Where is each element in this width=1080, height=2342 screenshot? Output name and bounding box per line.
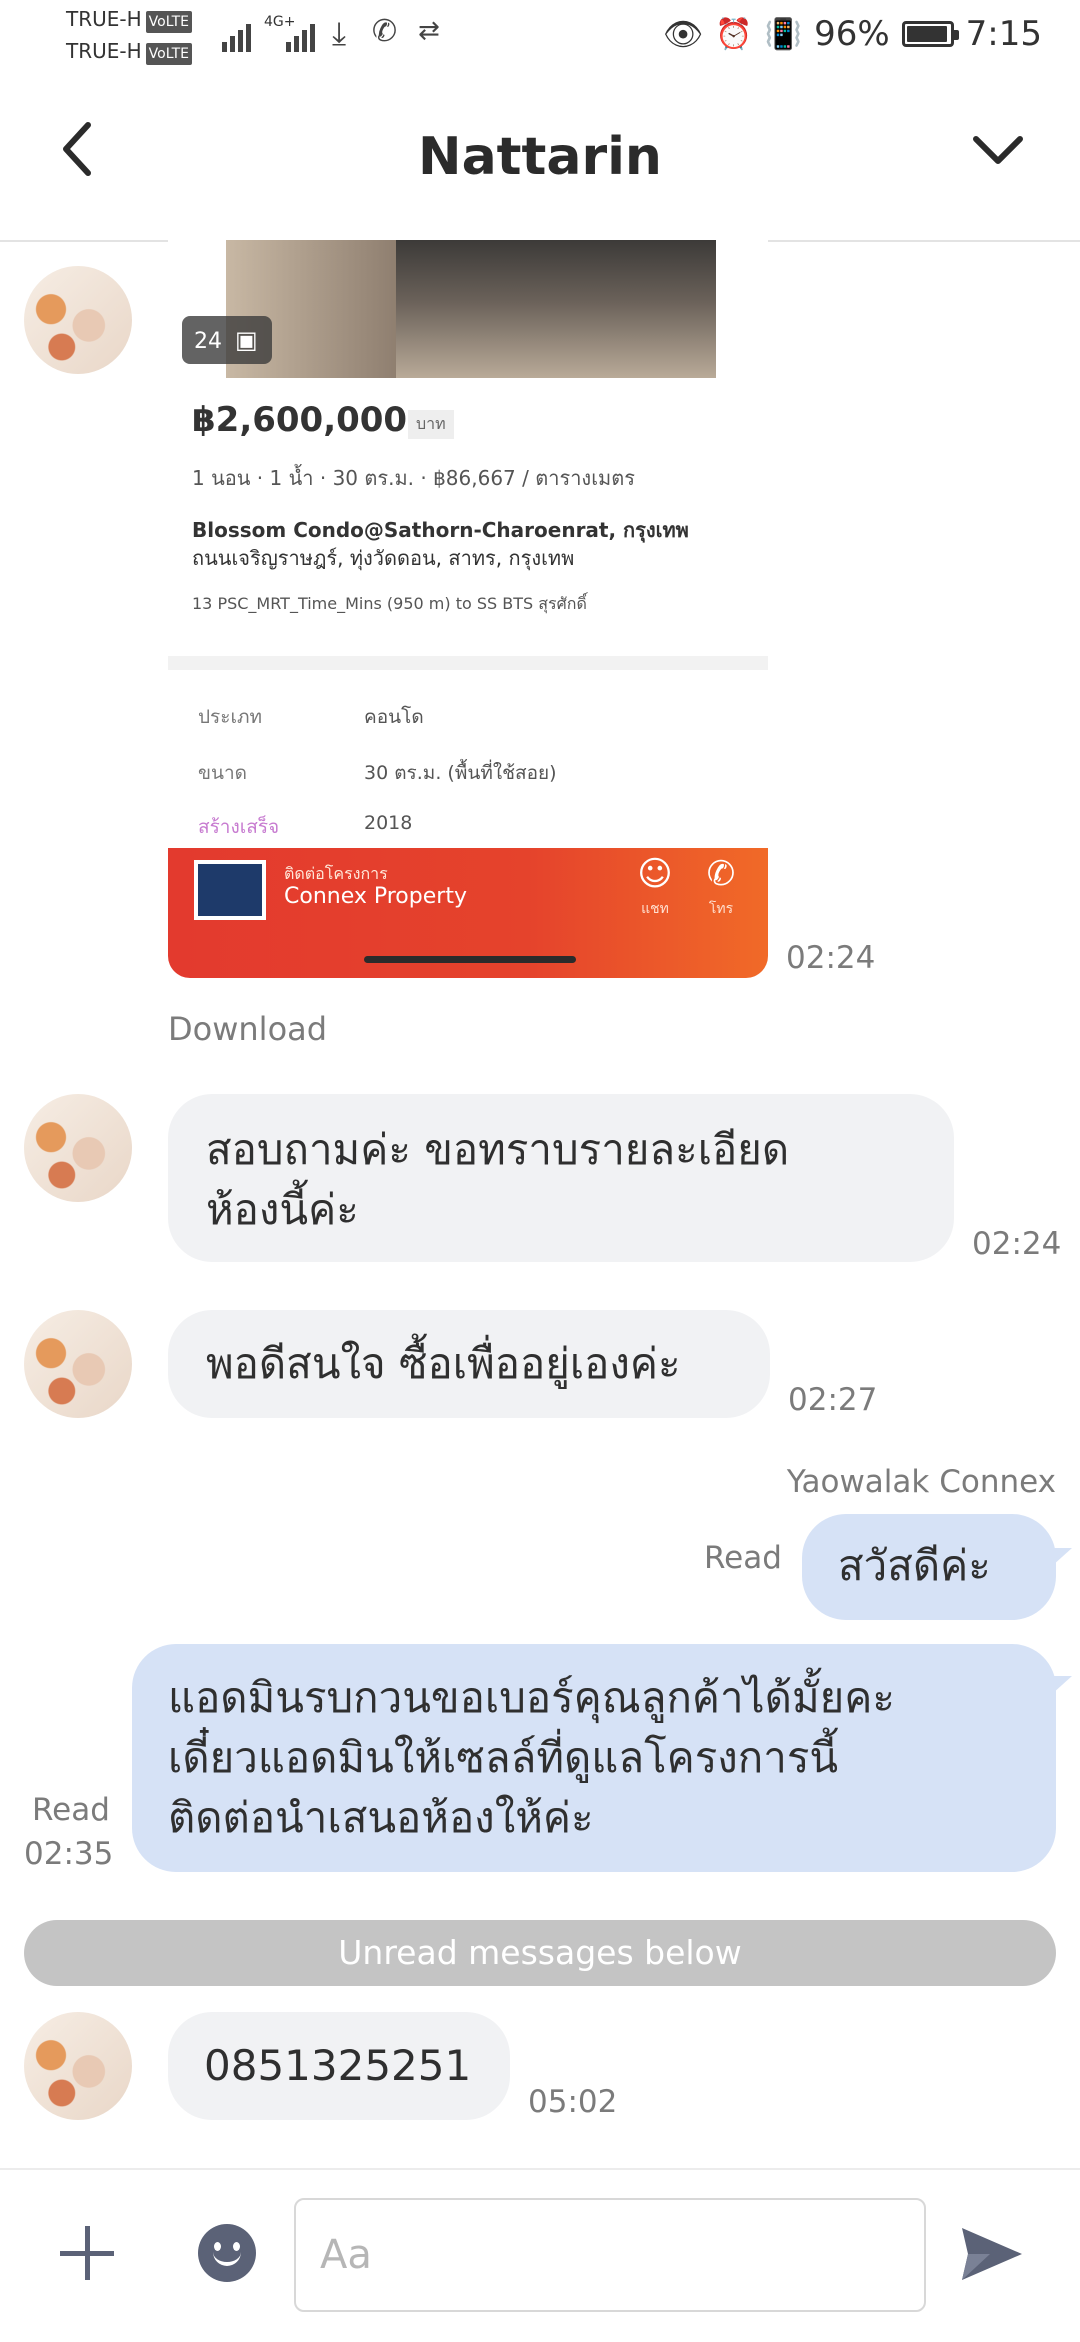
message-time: 05:02 xyxy=(528,2084,618,2120)
chat-label: แชท xyxy=(641,901,669,917)
message-text-line: สอบถามค่ะ ขอทราบรายละเอียด xyxy=(206,1125,790,1174)
send-icon[interactable] xyxy=(956,2218,1028,2290)
chevron-down-icon[interactable] xyxy=(970,129,1026,169)
bubble-tail xyxy=(1052,1548,1072,1566)
detail-value: 2018 xyxy=(364,812,413,834)
avatar[interactable] xyxy=(24,1094,132,1202)
eye-icon: 👁 xyxy=(662,15,704,53)
battery-percent: 96% xyxy=(814,14,890,54)
avatar[interactable] xyxy=(24,1310,132,1418)
detail-value: 30 ตร.ม. (พื้นที่ใช้สอย) xyxy=(364,762,557,784)
card-divider xyxy=(168,656,768,670)
outgoing-message[interactable]: สวัสดีค่ะ xyxy=(802,1514,1056,1620)
whatsapp-icon: ✆ xyxy=(372,14,398,49)
battery-icon xyxy=(901,21,959,47)
status-bar: TRUE-H VoLTE TRUE-H VoLTE 4G+ ⤓ ✆ ⇄ 👁 ⏰ 📳 … xyxy=(0,0,1080,75)
signal-icon-2 xyxy=(286,20,326,52)
plus-icon[interactable] xyxy=(56,2222,118,2284)
detail-key: ประเภท xyxy=(198,706,263,728)
listing-transit: 13 PSC_MRT_Time_Mins (950 m) to SS BTS ส… xyxy=(192,594,587,613)
volte-badge-2: VoLTE xyxy=(145,43,192,65)
message-text-line: แอดมินรบกวนขอเบอร์คุณลูกค้าได้มั้ยคะ xyxy=(168,1673,895,1722)
listing-specs: 1 นอน · 1 น้ำ · 30 ตร.ม. · ฿86,667 / ตาร… xyxy=(192,466,635,490)
read-receipt: Read xyxy=(32,1792,110,1828)
carrier-2: TRUE-H VoLTE xyxy=(66,40,192,65)
alarm-icon: ⏰ xyxy=(715,16,753,52)
listing-photo xyxy=(226,240,716,378)
avatar[interactable] xyxy=(24,266,132,374)
message-time: 02:27 xyxy=(788,1382,878,1418)
message-text: สวัสดีค่ะ xyxy=(838,1541,991,1590)
vibrate-icon: 📳 xyxy=(764,16,803,52)
incoming-message[interactable]: สอบถามค่ะ ขอทราบรายละเอียด ห้องนี้ค่ะ xyxy=(168,1094,954,1262)
carrier-1: TRUE-H VoLTE xyxy=(66,8,192,33)
battery-fill xyxy=(906,26,947,42)
listing-address-2: ถนนเจริญราษฎร์, ทุ่งวัดดอน, สาทร, กรุงเท… xyxy=(192,546,575,570)
incoming-message[interactable]: 0851325251 xyxy=(168,2012,510,2120)
listing-price: ฿2,600,000 xyxy=(192,400,408,440)
carrier-1-label: TRUE-H xyxy=(66,7,142,31)
gallery-icon: ▣ xyxy=(235,326,258,354)
message-time: 02:24 xyxy=(972,1226,1062,1262)
message-input-bar: Aa xyxy=(0,2168,1080,2342)
photo-count: 24 xyxy=(194,329,222,354)
message-text-line: ติดต่อนำเสนอห้องให้ค่ะ xyxy=(168,1793,594,1842)
incoming-message[interactable]: พอดีสนใจ ซื้อเพื่ออยู่เองค่ะ xyxy=(168,1310,770,1418)
sender-name: Yaowalak Connex xyxy=(786,1464,1056,1500)
chat-header: Nattarin xyxy=(0,75,1080,242)
read-receipt: Read xyxy=(704,1540,782,1576)
signal-icon-1 xyxy=(222,20,262,52)
agent-logo xyxy=(194,860,266,920)
photo-count-badge: 24 ▣ xyxy=(182,316,272,364)
sync-icon: ⇄ xyxy=(418,16,440,46)
message-input[interactable]: Aa xyxy=(294,2198,926,2312)
download-link[interactable]: Download xyxy=(168,1010,327,1048)
call-label: โทร xyxy=(708,901,734,917)
chat-title: Nattarin xyxy=(418,127,662,187)
detail-key: สร้างเสร็จ xyxy=(198,816,280,838)
avatar[interactable] xyxy=(24,2012,132,2120)
status-right: 👁 ⏰ 📳 96% 7:15 xyxy=(663,14,1042,54)
volte-badge-1: VoLTE xyxy=(145,11,192,33)
chat-bubble-icon: ☺ xyxy=(637,854,673,894)
detail-value: คอนโด xyxy=(364,706,424,728)
message-time: 02:24 xyxy=(786,940,876,976)
message-text-line: เดี๋ยวแอดมินให้เซลล์ที่ดูแลโครงการนี้ xyxy=(168,1733,839,1782)
detail-key: ขนาด xyxy=(198,762,247,784)
home-indicator xyxy=(364,956,576,963)
message-text: พอดีสนใจ ซื้อเพื่ออยู่เองค่ะ xyxy=(206,1339,681,1388)
message-time: 02:35 xyxy=(24,1836,114,1872)
carrier-2-label: TRUE-H xyxy=(66,39,142,63)
unread-divider: Unread messages below xyxy=(24,1920,1056,1986)
bubble-tail xyxy=(1052,1676,1072,1694)
agent-name: Connex Property xyxy=(284,884,467,909)
phone-icon: ✆ xyxy=(706,854,736,894)
emoji-icon[interactable] xyxy=(198,2224,256,2282)
message-text-line: ห้องนี้ค่ะ xyxy=(206,1185,359,1234)
phone-number-message[interactable]: 0851325251 xyxy=(204,2036,474,2096)
download-icon: ⤓ xyxy=(332,14,347,52)
price-unit: บาท xyxy=(408,410,454,439)
clock: 7:15 xyxy=(965,14,1042,54)
listing-image-card[interactable]: 24 ▣ ฿2,600,000 บาท 1 นอน · 1 น้ำ · 30 ต… xyxy=(168,240,768,978)
outgoing-message[interactable]: แอดมินรบกวนขอเบอร์คุณลูกค้าได้มั้ยคะ เดี… xyxy=(132,1644,1056,1872)
agent-contact-bar: ติดต่อโครงการ Connex Property ☺ แชท ✆ โท… xyxy=(168,848,768,978)
